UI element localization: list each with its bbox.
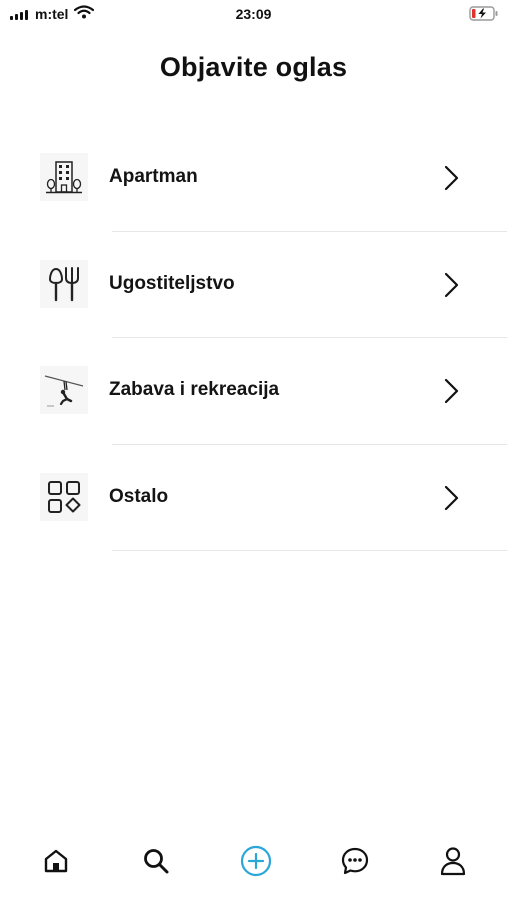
chevron-right-icon	[440, 164, 462, 197]
search-icon	[142, 847, 170, 880]
apartment-building-icon	[40, 153, 88, 201]
home-icon	[43, 848, 69, 879]
chevron-right-icon	[440, 484, 462, 517]
battery-charging-icon	[469, 6, 499, 26]
tab-search[interactable]	[139, 846, 173, 880]
category-item-ugostiteljstvo[interactable]: Ugostiteljstvo	[0, 232, 507, 338]
tab-home[interactable]	[39, 846, 73, 880]
clock: 23:09	[235, 6, 272, 22]
category-list: Apartman Ugostiteljstvo Zabava i rekreac…	[0, 125, 507, 551]
tab-add-listing[interactable]	[239, 845, 273, 882]
tab-profile[interactable]	[436, 846, 470, 880]
page-title: Objavite oglas	[159, 52, 348, 82]
category-label: Ugostiteljstvo	[109, 272, 235, 294]
shapes-grid-icon	[40, 472, 88, 521]
category-item-ostalo[interactable]: Ostalo	[0, 445, 507, 551]
bottom-tab-bar	[0, 840, 507, 886]
category-label: Ostalo	[109, 485, 169, 507]
add-circle-icon	[240, 845, 272, 882]
chat-icon	[340, 846, 370, 881]
zipline-icon	[40, 366, 88, 414]
divider	[112, 550, 507, 551]
chevron-right-icon	[440, 271, 462, 304]
chevron-right-icon	[440, 377, 462, 410]
category-item-apartman[interactable]: Apartman	[0, 125, 507, 232]
status-bar: m:tel 23:09	[0, 0, 507, 28]
category-label: Apartman	[109, 166, 198, 187]
category-label: Zabava i rekreacija	[109, 379, 280, 400]
category-item-zabava-i-rekreacija[interactable]: Zabava i rekreacija	[0, 338, 507, 445]
fork-spoon-icon	[40, 259, 88, 308]
tab-messages[interactable]	[338, 846, 372, 880]
profile-icon	[439, 846, 467, 881]
